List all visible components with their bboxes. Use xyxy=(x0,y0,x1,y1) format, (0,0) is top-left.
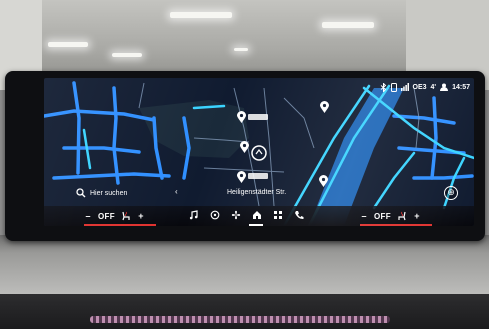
current-street: Heiligenstädter Str. xyxy=(227,189,287,196)
pin-label xyxy=(248,114,268,120)
apps-icon[interactable] xyxy=(272,209,283,220)
dashboard-lower xyxy=(0,294,489,329)
ceiling-light xyxy=(170,12,232,18)
bottom-control-bar: – OFF + – OFF + xyxy=(44,206,474,226)
ambient-light-strip xyxy=(90,316,390,323)
pin-label xyxy=(248,173,268,179)
temp-decrease-left-button[interactable]: – xyxy=(84,211,92,221)
temp-value-left[interactable]: OFF xyxy=(98,212,115,221)
street xyxy=(283,97,315,149)
clock: 14:57 xyxy=(452,83,470,91)
search-label: Hier suchen xyxy=(90,189,128,197)
dashboard-panel xyxy=(0,235,489,295)
connected-icon[interactable] xyxy=(209,209,220,220)
climate-left-indicator xyxy=(84,224,156,226)
user-icon xyxy=(440,83,449,91)
climate-right: – OFF + xyxy=(360,209,421,223)
climate-left: – OFF + xyxy=(84,209,145,223)
zoom-button[interactable]: ⊕ xyxy=(444,186,458,200)
road xyxy=(52,172,171,180)
position-marker xyxy=(251,145,267,161)
phone-status-icon xyxy=(390,82,397,92)
seat-heater-right-icon[interactable] xyxy=(397,211,407,221)
infotainment-screen: OE3 4' 14:57 Hier suchen ‹ Heiligenstädt… xyxy=(44,78,474,226)
ceiling-light xyxy=(112,53,142,57)
outside-temperature: 4' xyxy=(430,83,437,91)
street xyxy=(138,82,145,109)
phone-icon[interactable] xyxy=(293,209,304,220)
music-icon[interactable] xyxy=(188,209,199,220)
radio-station: OE3 xyxy=(412,83,427,91)
bluetooth-icon xyxy=(380,82,387,92)
road xyxy=(44,109,156,122)
active-tab-indicator xyxy=(249,224,263,226)
signal-icon xyxy=(400,83,409,91)
road xyxy=(72,81,81,175)
climate-right-indicator xyxy=(360,224,432,226)
status-bar: OE3 4' 14:57 xyxy=(380,81,470,93)
home-icon[interactable] xyxy=(251,209,262,220)
road xyxy=(62,146,141,154)
map-pin-icon[interactable] xyxy=(237,110,246,123)
search-icon xyxy=(76,188,86,198)
chevron-left-icon[interactable]: ‹ xyxy=(175,187,178,196)
search-button[interactable]: Hier suchen xyxy=(76,186,142,200)
ceiling-light xyxy=(322,22,374,28)
map-pin-icon[interactable] xyxy=(237,170,246,183)
navigation-map[interactable] xyxy=(44,78,474,226)
road xyxy=(442,156,466,210)
road xyxy=(430,96,438,180)
temp-increase-left-button[interactable]: + xyxy=(137,211,145,221)
highway xyxy=(372,151,416,210)
fan-icon[interactable] xyxy=(230,209,241,220)
road xyxy=(112,86,120,185)
map-pin-icon[interactable] xyxy=(240,140,249,153)
road xyxy=(412,174,474,180)
temp-increase-right-button[interactable]: + xyxy=(413,211,421,221)
ceiling-light xyxy=(234,48,248,51)
temp-decrease-right-button[interactable]: – xyxy=(360,211,368,221)
nav-bar xyxy=(188,209,304,220)
map-pin-icon[interactable] xyxy=(319,174,328,187)
ceiling-light xyxy=(48,42,88,47)
position-arrow xyxy=(255,149,263,155)
map-pin-icon[interactable] xyxy=(320,100,329,113)
temp-value-right[interactable]: OFF xyxy=(374,212,391,221)
seat-heater-left-icon[interactable] xyxy=(121,211,131,221)
